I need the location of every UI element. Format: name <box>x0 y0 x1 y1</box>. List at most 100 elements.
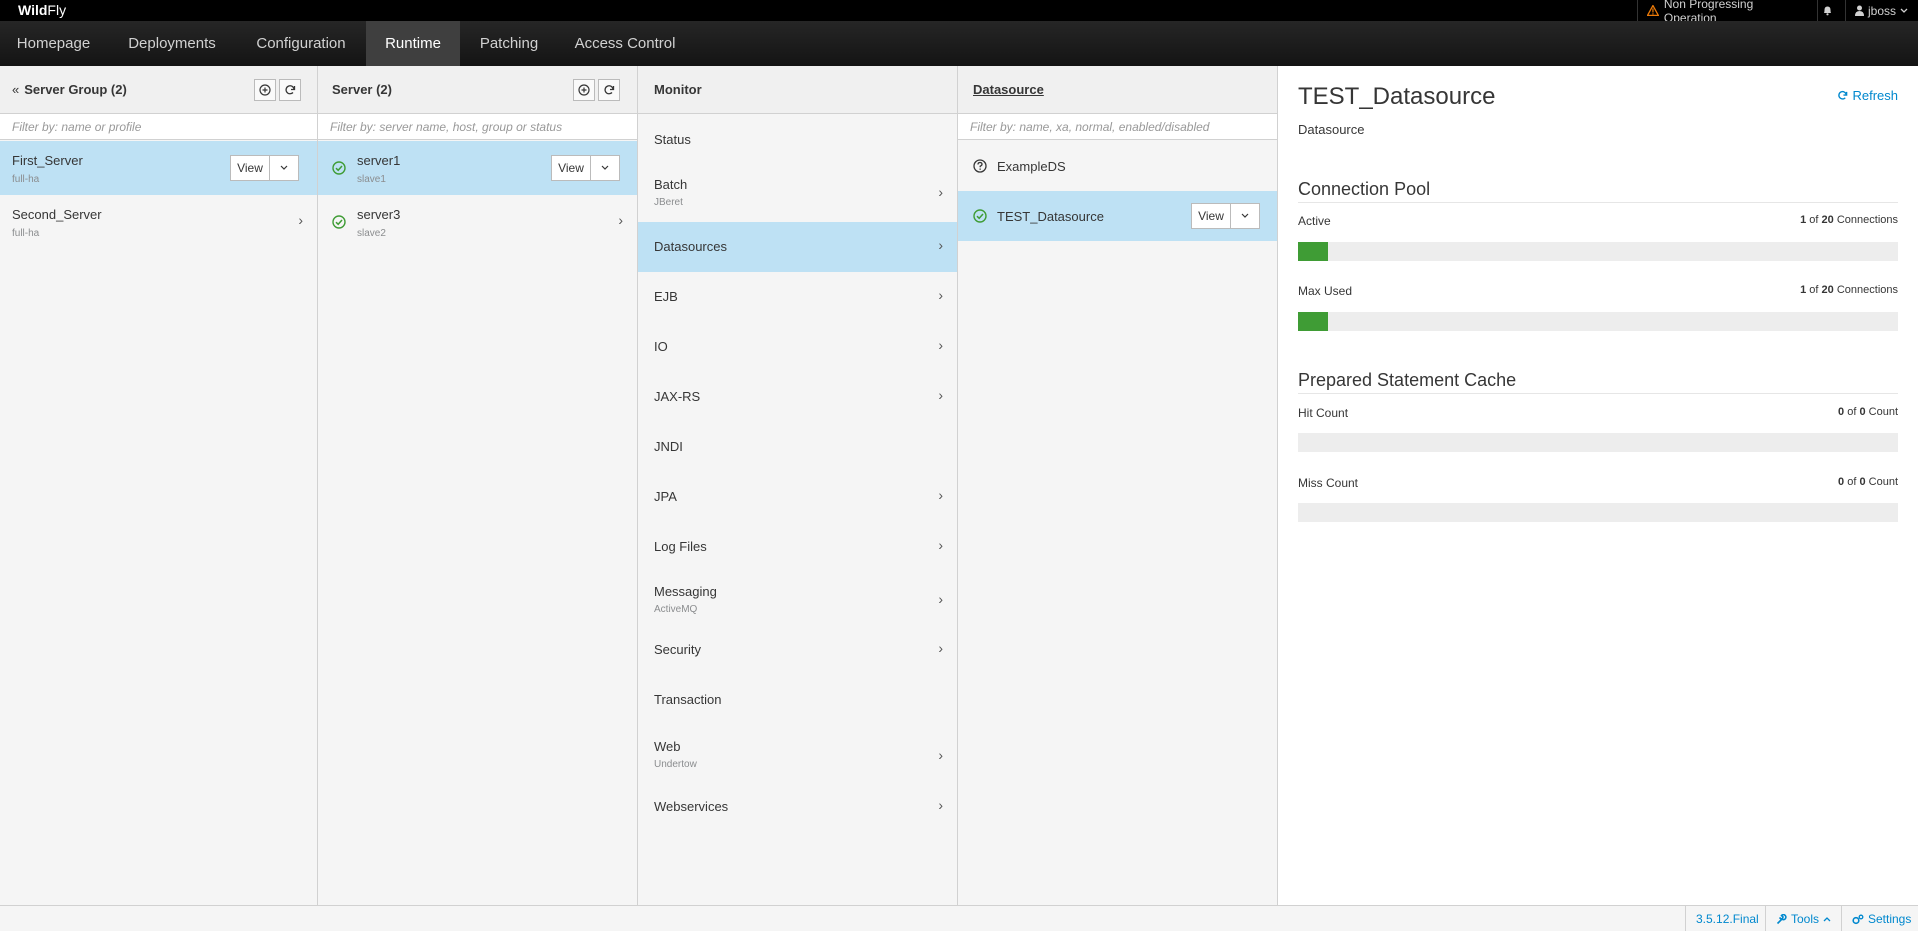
chevron-down-icon <box>1900 8 1908 13</box>
monitor-item-web[interactable]: Web Undertow › <box>638 729 957 786</box>
nav-configuration[interactable]: Configuration <box>241 21 361 66</box>
monitor-item-status[interactable]: Status <box>638 114 957 164</box>
refresh-label: Refresh <box>1852 88 1898 103</box>
back-button[interactable]: « <box>12 82 19 97</box>
monitor-item-transaction[interactable]: Transaction <box>638 679 957 729</box>
server-host: slave1 <box>357 174 386 185</box>
view-dropdown-button[interactable] <box>270 155 299 181</box>
monitor-item-label: JPA <box>654 489 677 504</box>
monitor-item-log-files[interactable]: Log Files › <box>638 522 957 572</box>
ok-status-icon <box>332 161 346 175</box>
view-dropdown-button[interactable] <box>591 155 620 181</box>
server-item[interactable]: server1 slave1 View <box>318 141 637 195</box>
monitor-item-batch[interactable]: Batch JBeret › <box>638 164 957 221</box>
chevron-right-icon: › <box>938 747 943 763</box>
nav-runtime[interactable]: Runtime <box>366 21 460 66</box>
chevron-right-icon: › <box>938 237 943 253</box>
server-name: server1 <box>357 153 401 168</box>
gears-icon <box>1852 914 1864 924</box>
metric-value: 1 of 20 Connections <box>1800 214 1898 226</box>
nav-access-control[interactable]: Access Control <box>564 21 686 66</box>
monitor-item-label: Web <box>654 739 681 754</box>
view-button[interactable]: View <box>230 155 270 181</box>
add-server-button[interactable] <box>573 79 595 101</box>
monitor-item-label: Log Files <box>654 539 707 554</box>
add-server-group-button[interactable] <box>254 79 276 101</box>
datasource-item[interactable]: TEST_Datasource View <box>958 191 1277 241</box>
tools-menu[interactable]: Tools <box>1765 906 1841 931</box>
server-group-filter-input[interactable]: Filter by: name or profile <box>0 114 317 140</box>
refresh-servers-button[interactable] <box>598 79 620 101</box>
settings-link[interactable]: Settings <box>1841 906 1918 931</box>
metric-label: Active <box>1298 214 1331 228</box>
question-circle-icon <box>973 159 987 173</box>
server-item[interactable]: server3 slave2 › <box>318 195 637 249</box>
monitor-item-sublabel: JBeret <box>654 197 683 208</box>
version-link[interactable]: 3.5.12.Final <box>1685 906 1769 931</box>
progress-fill <box>1298 242 1328 261</box>
datasource-name: TEST_Datasource <box>997 209 1104 224</box>
progress-bar <box>1298 503 1898 522</box>
wrench-icon <box>1776 913 1787 924</box>
datasource-item[interactable]: ExampleDS <box>958 141 1277 191</box>
refresh-server-groups-button[interactable] <box>279 79 301 101</box>
server-name: server3 <box>357 207 401 222</box>
monitor-item-webservices[interactable]: Webservices › <box>638 786 957 836</box>
datasource-column: Datasource Filter by: name, xa, normal, … <box>958 66 1278 905</box>
datasource-filter-input[interactable]: Filter by: name, xa, normal, enabled/dis… <box>958 114 1277 140</box>
monitor-header: Monitor <box>638 66 957 114</box>
non-progressing-operation-alert[interactable]: Non Progressing Operation <box>1637 0 1817 25</box>
server-filter-input[interactable]: Filter by: server name, host, group or s… <box>318 114 637 140</box>
chevron-down-icon <box>601 165 609 170</box>
refresh-icon <box>1838 90 1848 100</box>
monitor-item-datasources[interactable]: Datasources › <box>638 222 957 272</box>
monitor-item-label: EJB <box>654 289 678 304</box>
server-host: slave2 <box>357 228 386 239</box>
nav-deployments[interactable]: Deployments <box>113 21 231 66</box>
datasource-header[interactable]: Datasource <box>958 66 1277 114</box>
monitor-item-messaging[interactable]: Messaging ActiveMQ › <box>638 572 957 629</box>
chevron-right-icon: › <box>938 337 943 353</box>
monitor-item-sublabel: ActiveMQ <box>654 604 698 615</box>
main-navigation: Homepage Deployments Configuration Runti… <box>0 21 1918 66</box>
metric-label: Miss Count <box>1298 476 1359 490</box>
refresh-link[interactable]: Refresh <box>1837 88 1898 103</box>
monitor-title: Monitor <box>654 82 702 97</box>
server-group-name: Second_Server <box>12 207 102 222</box>
bell-icon <box>1824 6 1831 16</box>
brand-logo[interactable]: WildFly <box>18 2 66 18</box>
detail-title: TEST_Datasource <box>1298 83 1496 110</box>
monitor-item-label: Datasources <box>654 239 727 254</box>
monitor-item-label: Security <box>654 642 701 657</box>
view-split-button: View <box>230 155 299 181</box>
chevron-right-icon: › <box>938 537 943 553</box>
chevron-right-icon: › <box>298 212 303 228</box>
user-menu[interactable]: jboss <box>1845 0 1918 21</box>
nav-homepage[interactable]: Homepage <box>0 21 107 66</box>
ok-status-icon <box>332 215 346 229</box>
monitor-item-security[interactable]: Security › <box>638 629 957 679</box>
view-button[interactable]: View <box>551 155 591 181</box>
monitor-item-io[interactable]: IO › <box>638 322 957 372</box>
section-title-prepared-statement-cache: Prepared Statement Cache <box>1298 370 1898 394</box>
monitor-item-jax-rs[interactable]: JAX-RS › <box>638 372 957 422</box>
refresh-icon <box>285 85 296 95</box>
monitor-item-label: IO <box>654 339 668 354</box>
notifications-button[interactable] <box>1817 0 1837 21</box>
server-group-name: First_Server <box>12 153 83 168</box>
monitor-item-jpa[interactable]: JPA › <box>638 472 957 522</box>
chevron-right-icon: › <box>938 387 943 403</box>
progress-bar <box>1298 312 1898 331</box>
nav-patching[interactable]: Patching <box>466 21 552 66</box>
datasource-title[interactable]: Datasource <box>973 82 1044 97</box>
chevron-right-icon: › <box>938 287 943 303</box>
metric-label: Max Used <box>1298 284 1353 298</box>
view-dropdown-button[interactable] <box>1231 203 1260 229</box>
monitor-item-sublabel: Undertow <box>654 759 697 770</box>
server-group-item[interactable]: First_Server full-ha View <box>0 141 317 195</box>
monitor-item-jndi[interactable]: JNDI <box>638 422 957 472</box>
view-button[interactable]: View <box>1191 203 1231 229</box>
view-split-button: View <box>551 155 620 181</box>
monitor-item-ejb[interactable]: EJB › <box>638 272 957 322</box>
server-group-item[interactable]: Second_Server full-ha › <box>0 195 317 249</box>
